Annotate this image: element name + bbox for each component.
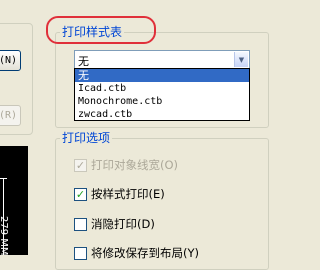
plot-style-option-icad[interactable]: Icad.ctb (75, 82, 249, 95)
plot-with-styles-label: 按样式打印(E) (91, 187, 165, 201)
hide-plot-option[interactable]: 消隐打印(D) (74, 216, 155, 232)
plot-lineweights-option: ✓ 打印对象线宽(O) (74, 157, 178, 173)
plot-style-dropdown-list: 无 Icad.ctb Monochrome.ctb zwcad.ctb (74, 68, 250, 121)
plot-options-title: 打印选项 (60, 129, 113, 146)
plot-lineweights-checkbox: ✓ (74, 158, 87, 172)
chevron-down-icon[interactable]: ▼ (234, 52, 248, 67)
hide-plot-checkbox[interactable] (74, 217, 87, 231)
plot-preview: 279 MM (0, 146, 28, 256)
r-button: (R) (0, 105, 21, 126)
preview-dimension-label: 279 MM (0, 216, 9, 256)
save-changes-to-layout-label: 将修改保存到布局(Y) (91, 246, 199, 260)
n-button-label: (N) (0, 55, 17, 66)
plot-lineweights-label: 打印对象线宽(O) (91, 158, 179, 172)
plot-style-option-zwcad[interactable]: zwcad.ctb (75, 108, 249, 121)
plot-style-option-none[interactable]: 无 (75, 69, 249, 82)
n-button[interactable]: (N) (0, 50, 21, 71)
plot-with-styles-checkbox[interactable]: ✓ (74, 187, 87, 201)
plot-style-selected-value: 无 (78, 55, 89, 68)
plot-style-option-monochrome[interactable]: Monochrome.ctb (75, 95, 249, 108)
plot-with-styles-option[interactable]: ✓ 按样式打印(E) (74, 186, 165, 202)
r-button-label: (R) (0, 110, 17, 121)
plot-style-dropdown[interactable]: 无 ▼ (74, 50, 250, 69)
plot-style-table-title: 打印样式表 (60, 23, 125, 40)
save-changes-to-layout-option[interactable]: 将修改保存到布局(Y) (74, 245, 199, 261)
save-changes-to-layout-checkbox[interactable] (74, 246, 87, 260)
hide-plot-label: 消隐打印(D) (91, 217, 155, 231)
